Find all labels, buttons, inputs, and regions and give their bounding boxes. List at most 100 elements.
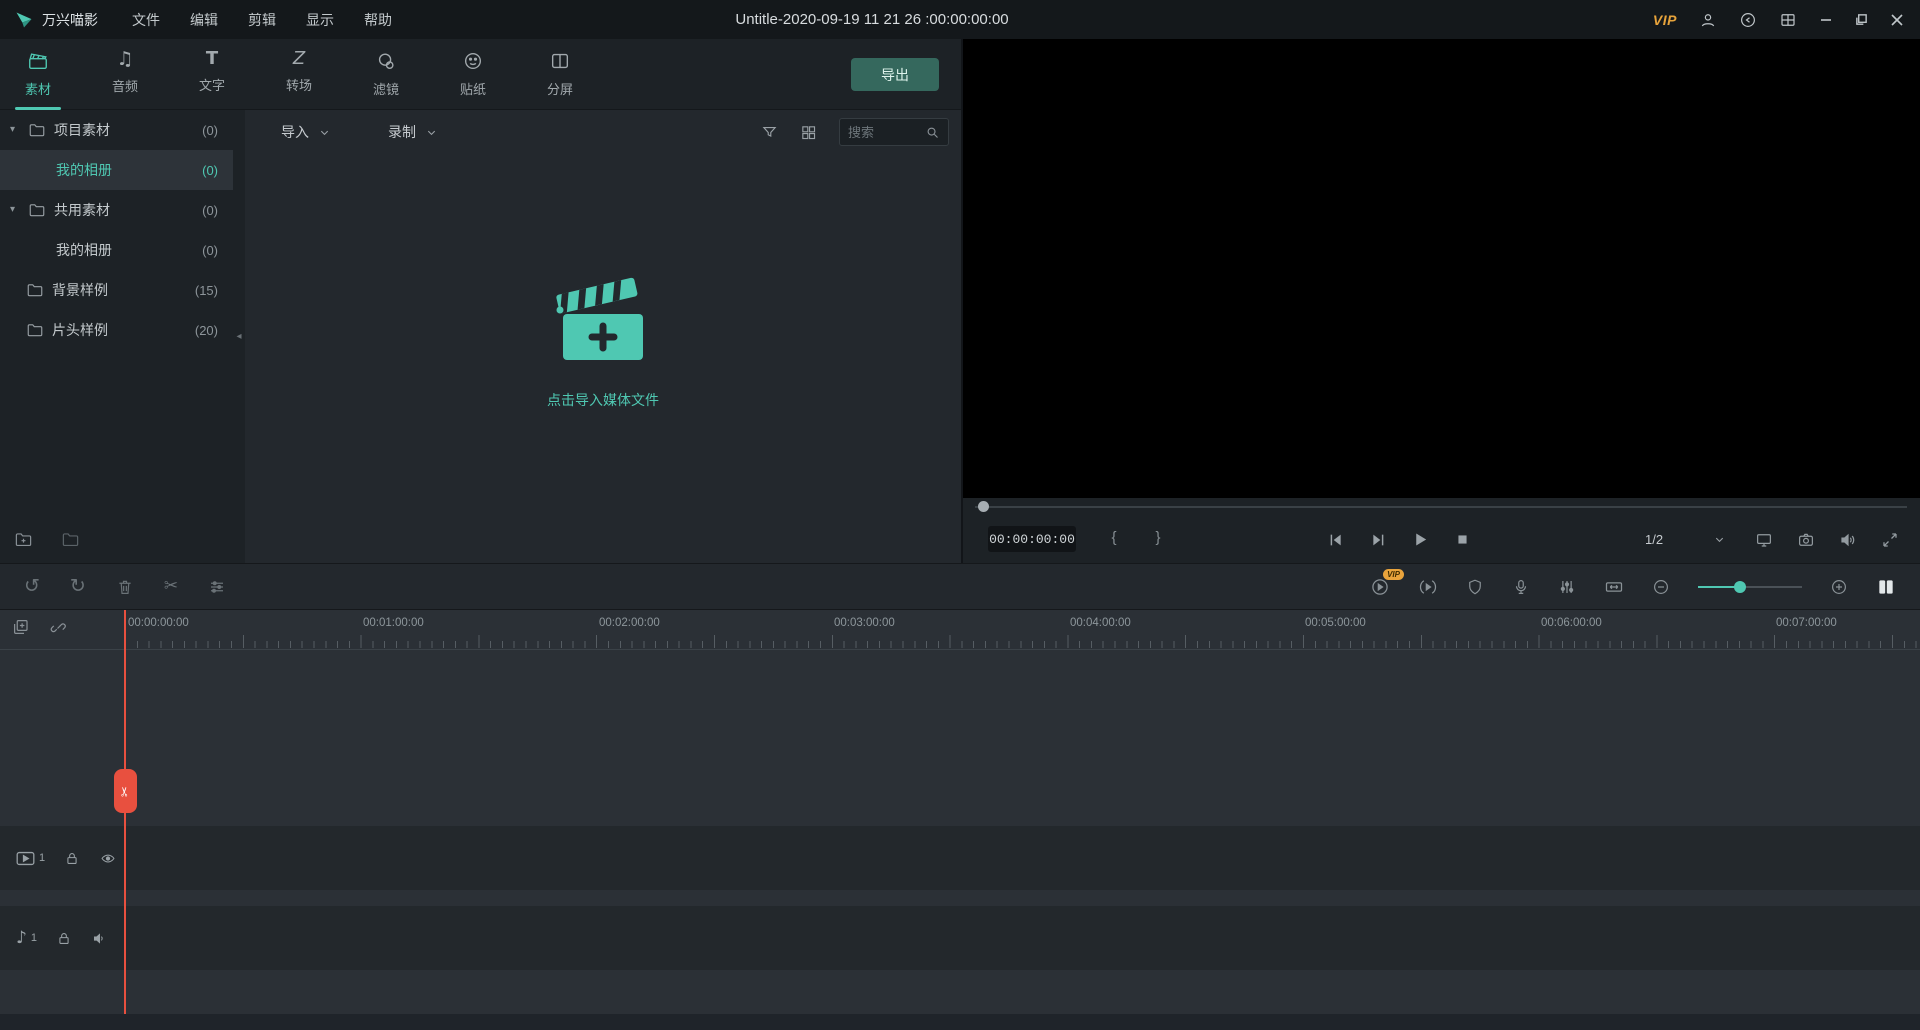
close-button[interactable] [1890,13,1904,27]
sidebar-item-background-samples[interactable]: 背景样例 (15) [0,270,233,310]
vip-button[interactable]: VIP [1653,12,1677,28]
sidebar-item-my-album-1[interactable]: 我的相册 (0) [0,150,233,190]
tab-filter[interactable]: 滤镜 [356,39,416,110]
record-dropdown[interactable]: 录制 [388,122,437,142]
playhead-handle[interactable]: ✂ [114,769,137,813]
mark-in-button[interactable]: { [1106,529,1122,546]
manage-tracks-icon[interactable] [12,618,30,636]
library-tabs: 素材 ♫ 音频 T 文字 Z 转场 滤镜 贴纸 [0,39,961,110]
tab-text[interactable]: T 文字 [182,39,242,110]
delete-icon[interactable] [116,578,134,596]
search-box [839,118,949,146]
timeline-scrollbar-area[interactable] [0,1014,1920,1030]
zoom-in-icon[interactable] [1830,578,1848,596]
record-voiceover-icon[interactable] [1512,578,1530,596]
preview-controls: 00:00:00:00 { } 1/2 [963,516,1920,563]
mark-out-button[interactable]: } [1150,529,1166,546]
chevron-down-icon [426,127,437,138]
media-toolbar: 导入 录制 [245,110,961,154]
import-dropdown[interactable]: 导入 [281,122,330,142]
audio-mixer-icon[interactable] [1558,578,1576,596]
collapse-sidebar-icon[interactable]: ◂ [236,332,241,342]
timeline[interactable]: 00:00:00:00 00:01:00:00 00:02:00:00 00:0… [0,610,1920,1030]
seek-track[interactable] [975,506,1907,508]
timecode-display: 00:00:00:00 [988,526,1076,552]
menu-clip[interactable]: 剪辑 [248,10,276,30]
item-count: (20) [195,323,218,338]
item-count: (0) [202,243,218,258]
sidebar-item-project-media[interactable]: ▾ 项目素材 (0) [0,110,233,150]
link-clips-icon[interactable] [50,618,68,636]
folder-icon [28,121,46,139]
preview-quality-value: 1/2 [1645,532,1663,547]
tab-sticker[interactable]: 贴纸 [443,39,503,110]
audio-track-row[interactable]: ♪ 1 [0,906,1920,970]
tab-transition-label: 转场 [286,75,312,94]
caret-down-icon[interactable]: ▾ [10,125,22,135]
transport-controls [1323,516,1475,563]
shield-icon[interactable] [1466,578,1484,596]
stop-button[interactable] [1449,527,1475,553]
search-icon[interactable] [925,125,940,140]
sidebar-item-label: 背景样例 [52,280,108,300]
layout-icon[interactable] [1779,11,1797,29]
panel-layout-toggle-icon[interactable] [1876,577,1896,597]
preview-quality-select[interactable]: 1/2 [1639,526,1731,552]
sidebar-item-intro-samples[interactable]: 片头样例 (20) [0,310,233,350]
menu-help[interactable]: 帮助 [364,10,392,30]
eye-icon[interactable] [99,851,117,866]
transition-icon: Z [293,50,305,68]
import-media-dropzone[interactable]: 点击导入媒体文件 [547,268,659,410]
play-button[interactable] [1407,527,1433,553]
tab-text-label: 文字 [199,75,225,94]
search-input[interactable] [848,125,925,140]
undo-icon[interactable]: ↺ [24,577,40,596]
caret-down-icon[interactable]: ▾ [10,205,22,215]
split-scissors-icon[interactable]: ✂ [164,578,178,595]
properties-icon[interactable] [208,578,226,596]
auto-render-icon[interactable] [1418,577,1438,597]
previous-frame-button[interactable] [1323,527,1349,553]
render-preview-icon[interactable]: VIP [1370,577,1390,597]
seek-handle[interactable] [978,501,989,512]
menu-edit[interactable]: 编辑 [190,10,218,30]
fit-timeline-icon[interactable] [1604,577,1624,597]
filter-lens-icon [375,50,397,72]
display-device-icon[interactable] [1755,531,1773,549]
tab-splitscreen[interactable]: 分屏 [530,39,590,110]
redo-icon[interactable]: ↻ [70,577,86,596]
filter-funnel-icon[interactable] [761,124,778,141]
minimize-button[interactable] [1819,13,1833,27]
tab-transition[interactable]: Z 转场 [269,39,329,110]
new-collection-icon[interactable] [14,530,33,549]
item-count: (15) [195,283,218,298]
lock-icon[interactable] [57,931,71,946]
preview-panel: 00:00:00:00 { } 1/2 [961,39,1920,563]
feedback-icon[interactable] [1739,11,1757,29]
delete-collection-icon[interactable] [61,530,80,549]
fullscreen-icon[interactable] [1881,531,1899,549]
maximize-button[interactable] [1855,13,1868,26]
sidebar-item-my-album-2[interactable]: 我的相册 (0) [0,230,233,270]
mute-track-icon[interactable] [91,931,108,946]
menu-file[interactable]: 文件 [132,10,160,30]
zoom-slider-thumb[interactable] [1734,581,1746,593]
timeline-zoom-slider[interactable] [1698,580,1802,594]
grid-view-icon[interactable] [800,124,817,141]
menu-view[interactable]: 显示 [306,10,334,30]
audio-track-type-icon: ♪ [16,930,27,947]
next-frame-button[interactable] [1365,527,1391,553]
timeline-ruler[interactable]: 00:00:00:00 00:01:00:00 00:02:00:00 00:0… [0,610,1920,650]
snapshot-icon[interactable] [1797,531,1815,549]
video-track-row[interactable]: 1 [0,826,1920,890]
volume-icon[interactable] [1839,531,1857,549]
account-icon[interactable] [1699,11,1717,29]
tab-audio[interactable]: ♫ 音频 [95,39,155,110]
export-button[interactable]: 导出 [851,58,939,91]
vip-badge: VIP [1383,569,1404,580]
tab-media[interactable]: 素材 [8,39,68,110]
zoom-out-icon[interactable] [1652,578,1670,596]
lock-icon[interactable] [65,851,79,866]
sidebar-item-shared-media[interactable]: ▾ 共用素材 (0) [0,190,233,230]
ruler-label: 00:01:00:00 [363,617,424,629]
